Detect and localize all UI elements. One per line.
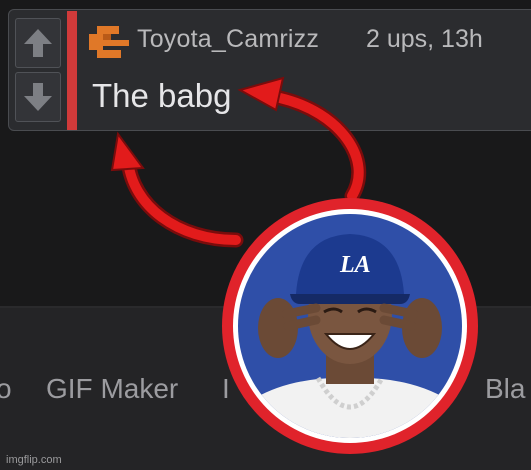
nav-item-partial-right[interactable]: Bla bbox=[485, 373, 525, 405]
comment-meta: 2 ups, 13h bbox=[366, 25, 483, 53]
comment-username[interactable]: Toyota_Camrizz bbox=[137, 25, 319, 54]
meme-canvas: Toyota_Camrizz 2 ups, 13h The babg o GIF… bbox=[0, 0, 531, 470]
up-arrow-icon bbox=[24, 29, 52, 57]
circular-photo: LA bbox=[222, 198, 478, 454]
arrow-to-vote-area-icon bbox=[110, 131, 244, 248]
comment-card: Toyota_Camrizz 2 ups, 13h The babg bbox=[8, 9, 531, 131]
nav-item-gif-maker[interactable]: GIF Maker bbox=[46, 373, 178, 405]
user-avatar-icon[interactable] bbox=[87, 24, 131, 60]
downvote-button[interactable] bbox=[15, 72, 61, 122]
down-arrow-icon bbox=[24, 83, 52, 111]
imgflip-watermark: imgflip.com bbox=[6, 454, 62, 466]
vote-column bbox=[9, 10, 67, 130]
comment-body: The babg bbox=[92, 77, 232, 114]
cap-logo: LA bbox=[339, 252, 371, 278]
nav-item-partial-left[interactable]: o bbox=[0, 373, 12, 405]
upvote-button[interactable] bbox=[15, 18, 61, 68]
comment-accent-bar bbox=[67, 11, 77, 130]
